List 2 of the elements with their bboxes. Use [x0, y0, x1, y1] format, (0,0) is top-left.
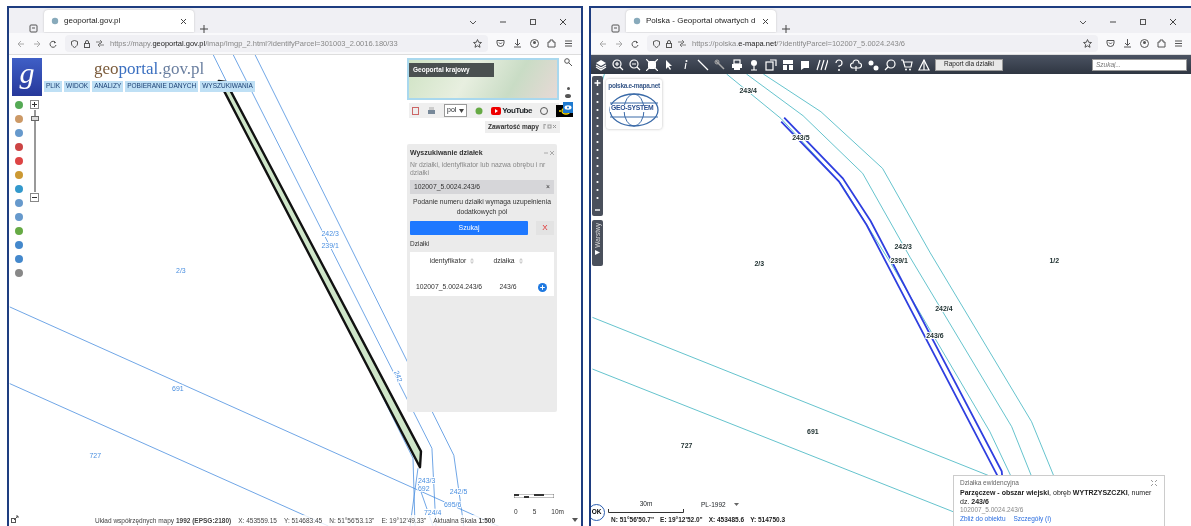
tab-title: geoportal.gov.pl — [64, 15, 122, 27]
tab-title: Polska - Geoportal otwartych d — [646, 15, 757, 27]
